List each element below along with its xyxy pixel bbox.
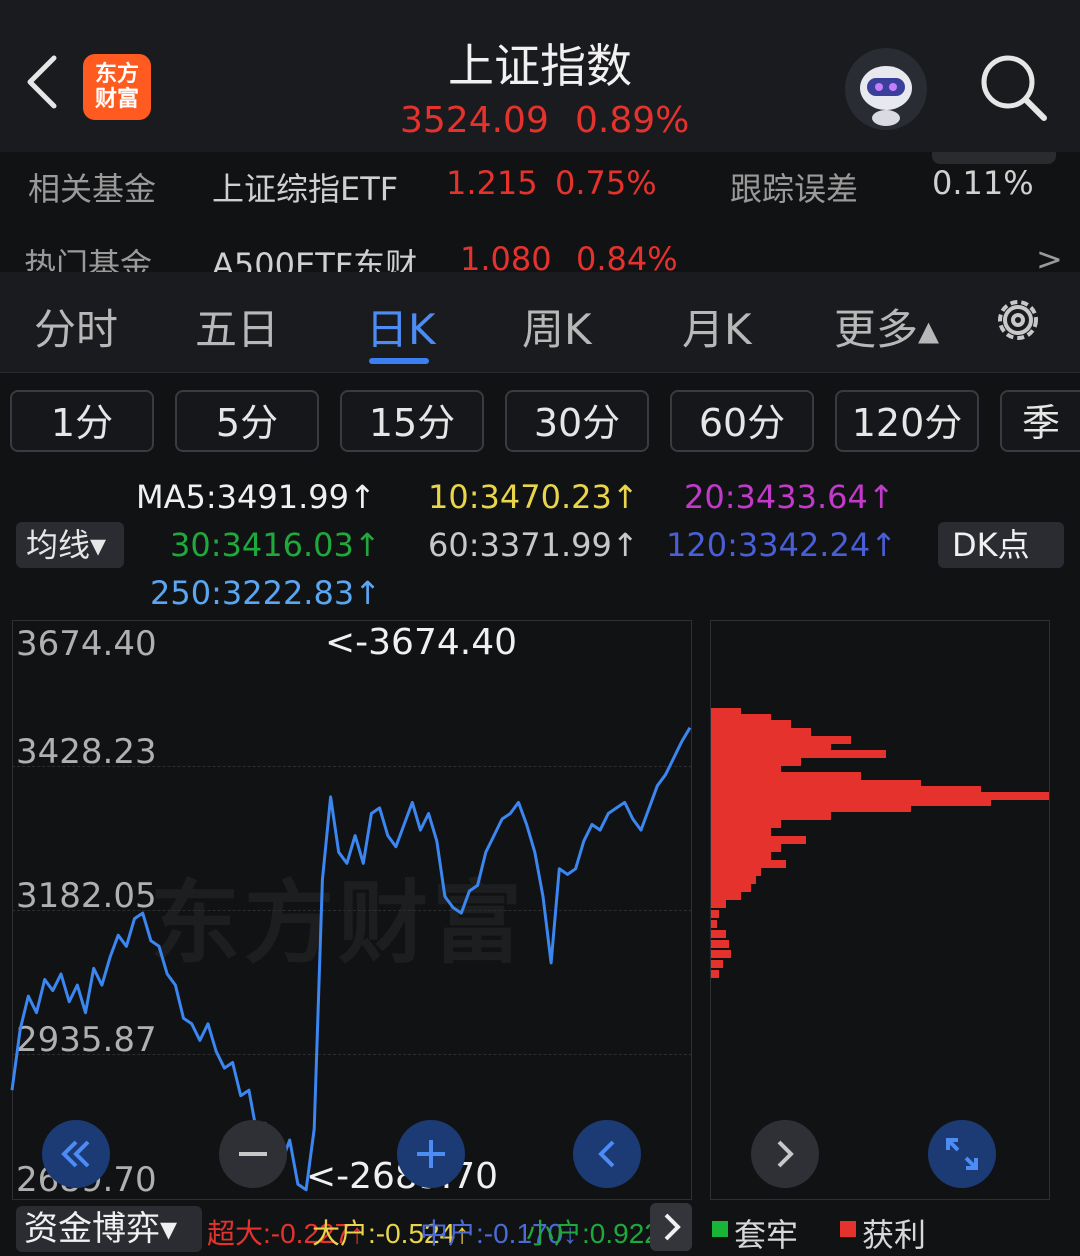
gear-icon[interactable] xyxy=(990,292,1046,348)
plus-icon xyxy=(417,1140,445,1168)
fund-value: 1.080 xyxy=(460,240,552,272)
tab-daily-k[interactable]: 日K xyxy=(366,296,436,357)
robot-assistant-icon[interactable] xyxy=(845,48,927,130)
fund-row-label: 热门基金 xyxy=(24,246,153,272)
y-tick-label: 3182.05 xyxy=(16,876,157,916)
zoom-in-button[interactable] xyxy=(397,1120,465,1188)
y-tick-label: 3674.40 xyxy=(16,624,157,664)
ma-dropdown[interactable]: 均线▾ xyxy=(16,522,124,568)
ma60-value: 60:3371.99↑ xyxy=(428,526,639,564)
interval-1min[interactable]: 1分 xyxy=(10,390,154,452)
chevron-right-icon xyxy=(664,1213,681,1241)
scroll-left-button[interactable] xyxy=(573,1120,641,1188)
logo-text-2: 财富 xyxy=(94,87,139,112)
tab-intraday[interactable]: 分时 xyxy=(34,296,118,357)
chevron-left-icon xyxy=(598,1140,615,1168)
collapse-handle[interactable] xyxy=(932,152,1056,164)
period-tabs: 分时 五日 日K 周K 月K 更多▴ xyxy=(0,272,1080,373)
tab-weekly-k[interactable]: 周K xyxy=(522,296,592,357)
interval-quarter[interactable]: 季 xyxy=(1000,390,1080,452)
ma20-value: 20:3433.64↑ xyxy=(684,478,895,516)
watermark: 东方财富 xyxy=(150,871,526,976)
y-tick-label: 3428.23 xyxy=(16,732,157,772)
ma10-value: 10:3470.23↑ xyxy=(428,478,639,516)
back-arrow-icon[interactable] xyxy=(20,52,66,112)
tab-five-day[interactable]: 五日 xyxy=(195,296,279,357)
ma250-value: 250:3222.83↑ xyxy=(150,574,381,612)
interval-30min[interactable]: 30分 xyxy=(505,390,649,452)
dk-point-button[interactable]: DK点 xyxy=(938,522,1064,568)
profit-legend-swatch xyxy=(840,1221,856,1237)
tracking-error-label: 跟踪误差 xyxy=(730,170,859,208)
minus-icon xyxy=(239,1152,267,1156)
chip-distribution-panel[interactable] xyxy=(710,620,1050,1200)
interval-120min[interactable]: 120分 xyxy=(835,390,979,452)
scroll-right-button[interactable] xyxy=(751,1120,819,1188)
fund-game-dropdown[interactable]: 资金博弈▾ xyxy=(16,1206,202,1252)
expand-icon xyxy=(946,1138,978,1170)
fund-value: 1.215 xyxy=(446,164,538,202)
y-tick-label: 2935.87 xyxy=(16,1020,157,1060)
logo-text-1: 东方 xyxy=(94,62,139,87)
index-change-pct: 0.89% xyxy=(575,100,690,141)
page-title: 上证指数 xyxy=(448,39,632,93)
fund-name: 上证综指ETF xyxy=(212,170,399,208)
app-logo[interactable]: 东方 财富 xyxy=(83,54,151,120)
max-annotation: <-3674.40 xyxy=(325,622,518,663)
double-chevron-left-icon xyxy=(61,1140,90,1168)
index-price: 3524.09 xyxy=(400,100,549,141)
tracking-error-value: 0.11% xyxy=(932,164,1034,202)
next-indicator-button[interactable] xyxy=(650,1203,692,1251)
ma120-value: 120:3342.24↑ xyxy=(666,526,897,564)
fund-rows: 相关基金 上证综指ETF 1.215 0.75% 跟踪误差 0.11% 热门基金… xyxy=(0,152,1080,272)
rewind-button[interactable] xyxy=(42,1120,110,1188)
fullscreen-button[interactable] xyxy=(928,1120,996,1188)
interval-60min[interactable]: 60分 xyxy=(670,390,814,452)
interval-5min[interactable]: 5分 xyxy=(175,390,319,452)
fund-pct: 0.75% xyxy=(555,164,657,202)
fund-pct: 0.84% xyxy=(576,240,678,272)
fund-name: A500ETF东财 xyxy=(212,246,418,272)
interval-15min[interactable]: 15分 xyxy=(340,390,484,452)
zoom-out-button[interactable] xyxy=(219,1120,287,1188)
fund-row-label: 相关基金 xyxy=(28,170,157,208)
active-tab-indicator xyxy=(369,358,429,364)
chevron-right-icon[interactable]: > xyxy=(1036,240,1063,272)
chevron-right-icon xyxy=(777,1140,794,1168)
ma5-value: MA5:3491.99↑ xyxy=(136,478,376,516)
search-icon[interactable] xyxy=(978,52,1048,122)
trapped-legend-swatch xyxy=(712,1221,728,1237)
ma30-value: 30:3416.03↑ xyxy=(170,526,381,564)
tab-monthly-k[interactable]: 月K xyxy=(682,296,752,357)
trapped-legend-label: 套牢 xyxy=(734,1216,799,1254)
profit-legend-label: 获利 xyxy=(862,1216,927,1254)
tab-more[interactable]: 更多▴ xyxy=(834,296,939,357)
